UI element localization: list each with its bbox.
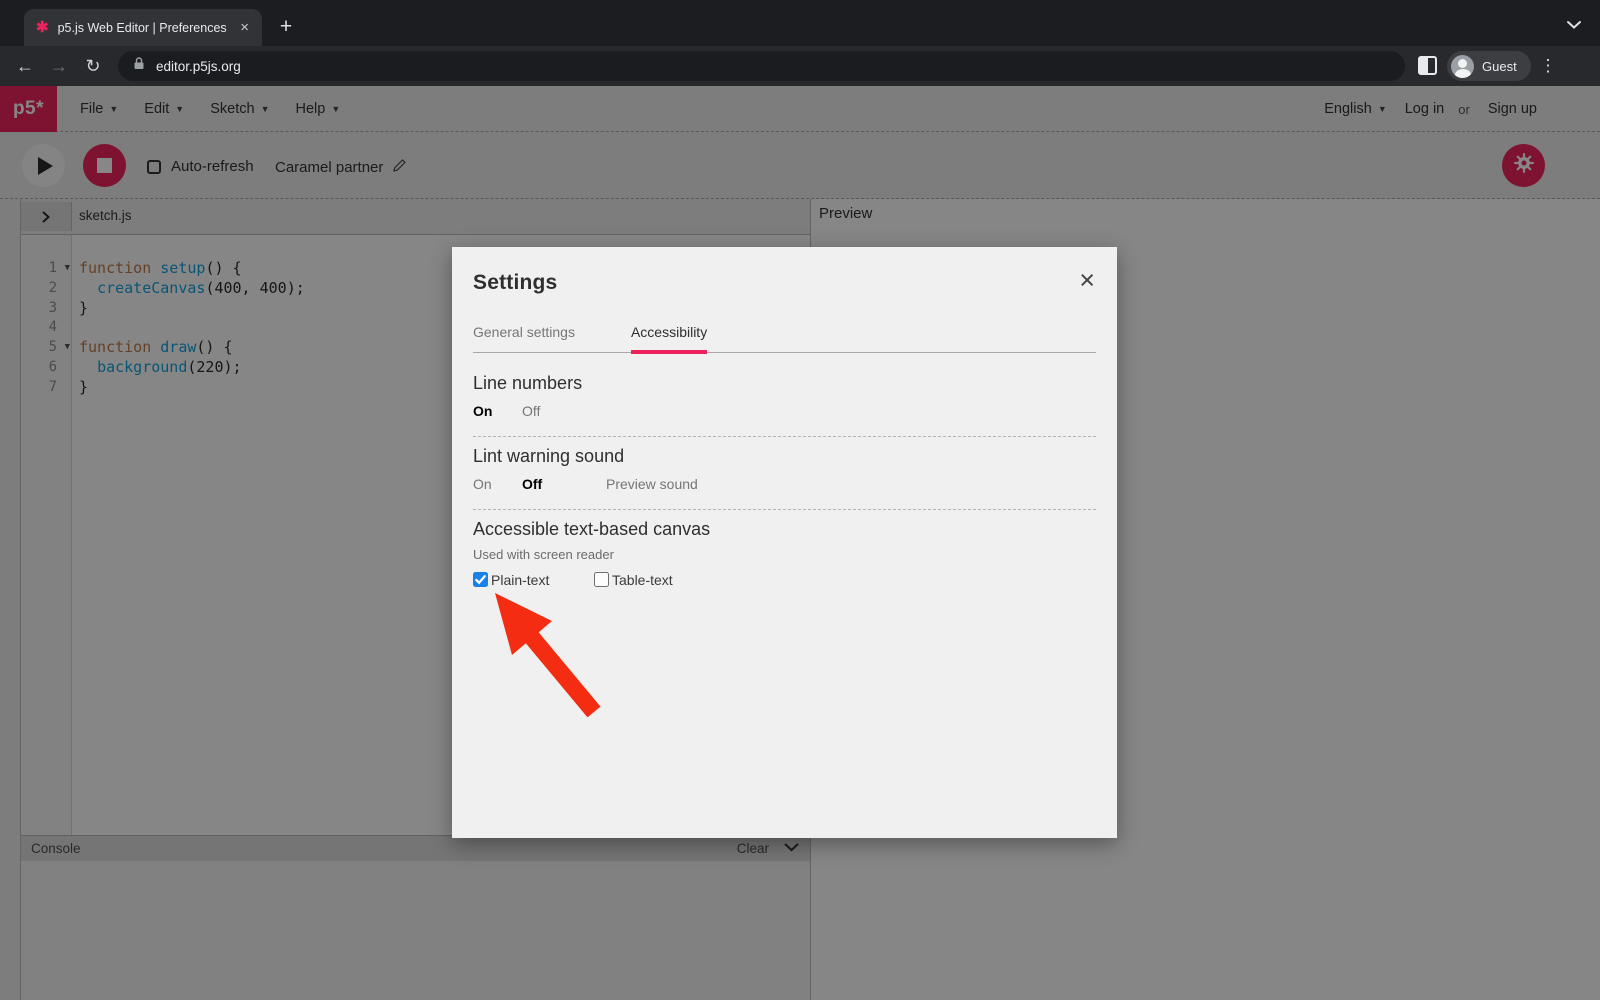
modal-close-button[interactable]: × (1079, 267, 1095, 294)
browser-menu-icon[interactable]: ⋮ (1538, 52, 1558, 80)
settings-title: Settings (473, 271, 1096, 295)
option-preview-sound[interactable]: Preview sound (606, 476, 698, 492)
settings-section: Accessible text-based canvas Used with sc… (473, 510, 1096, 605)
checkbox-group-table-text: Table-text (594, 572, 715, 588)
reload-button[interactable]: ↻ (76, 56, 110, 77)
checkbox-label[interactable]: Plain-text (491, 572, 549, 588)
settings-tab-accessibility[interactable]: Accessibility (631, 324, 707, 354)
profile-label: Guest (1482, 59, 1517, 74)
url-text: editor.p5js.org (156, 59, 241, 74)
lock-icon (132, 56, 146, 76)
avatar-icon (1451, 55, 1474, 78)
section-heading: Accessible text-based canvas (473, 518, 1096, 540)
plain-text-checkbox[interactable] (473, 572, 488, 587)
settings-tabs: General settings Accessibility (473, 324, 1096, 353)
section-heading: Line numbers (473, 372, 1096, 394)
tab-close-icon[interactable]: × (237, 19, 252, 36)
section-note: Used with screen reader (473, 547, 1096, 562)
settings-section: Lint warning sound OnOffPreview sound (473, 437, 1096, 510)
tab-search-chevron-icon[interactable] (1566, 17, 1582, 35)
table-text-checkbox[interactable] (594, 572, 609, 587)
new-tab-button[interactable]: + (272, 13, 300, 41)
option-off[interactable]: Off (522, 476, 606, 492)
checkbox-label[interactable]: Table-text (612, 572, 673, 588)
option-on[interactable]: On (473, 476, 522, 492)
checkbox-group-plain-text: Plain-text (473, 572, 594, 588)
option-off[interactable]: Off (522, 403, 606, 419)
forward-button[interactable]: → (42, 56, 76, 77)
side-panel-icon[interactable] (1418, 56, 1437, 75)
option-on[interactable]: On (473, 403, 522, 419)
browser-chrome: ✱ p5.js Web Editor | Preferences × + ← →… (0, 0, 1600, 86)
back-button[interactable]: ← (8, 56, 42, 77)
address-bar[interactable]: editor.p5js.org (118, 51, 1405, 81)
screen: ✱ p5.js Web Editor | Preferences × + ← →… (0, 0, 1600, 1000)
section-heading: Lint warning sound (473, 445, 1096, 467)
settings-section: Line numbers OnOff (473, 353, 1096, 437)
tab-strip: ✱ p5.js Web Editor | Preferences × + (0, 0, 1600, 46)
profile-button[interactable]: Guest (1447, 51, 1531, 81)
settings-tab-general-settings[interactable]: General settings (473, 324, 575, 354)
tab-title: p5.js Web Editor | Preferences (58, 21, 238, 35)
browser-tab[interactable]: ✱ p5.js Web Editor | Preferences × (24, 9, 262, 46)
settings-modal: Settings × General settings Accessibility… (452, 247, 1117, 838)
p5-favicon-icon: ✱ (36, 20, 49, 35)
